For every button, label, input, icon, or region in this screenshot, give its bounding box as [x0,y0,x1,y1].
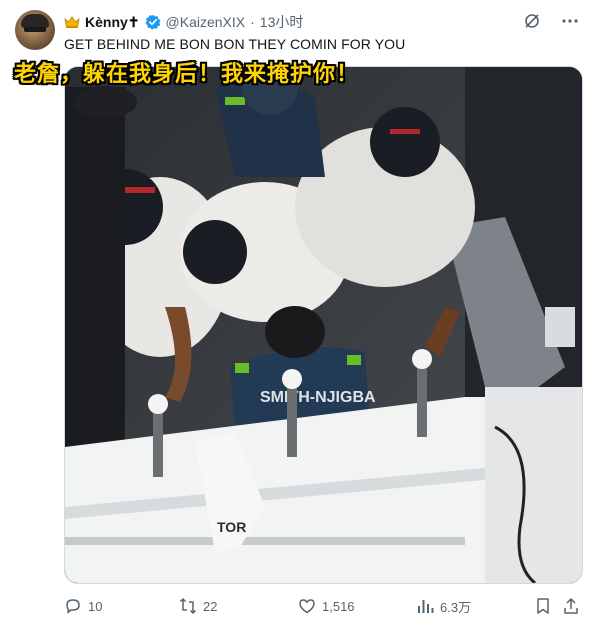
bookmark-icon [537,598,549,614]
reply-icon [66,599,80,614]
retweet-button[interactable]: 22 [179,596,217,616]
crown-icon [64,15,80,29]
retweet-icon [179,598,197,614]
author-avatar[interactable] [15,10,55,50]
retweet-count: 22 [203,598,218,614]
avatar-glasses [24,27,46,32]
jersey-text: SMITH-NJIGBA [260,389,376,406]
like-button[interactable]: 1,516 [298,596,355,616]
views-chart-icon [418,600,434,613]
share-button[interactable] [562,596,580,616]
avatar-hair [21,14,49,28]
tweet-media-video[interactable]: SMITH-NJIGBA TOR [64,66,583,584]
separator-dot: · [250,14,255,30]
reply-count: 10 [88,598,103,614]
share-icon [564,598,578,614]
verified-badge-icon [144,14,161,30]
video-subtitle-overlay: 老詹，躲在我身后！我来掩护你！ [14,61,360,86]
view-count: 6.3万 [440,599,472,615]
bookmark-button[interactable] [534,596,552,616]
author-display-name[interactable]: Kènny✝ [85,14,140,31]
tweet-top-actions [522,11,580,31]
towel-text: TOR [217,519,246,535]
author-handle[interactable]: @KaizenXIX [166,14,246,30]
reply-button[interactable]: 10 [64,596,102,616]
tweet-action-bar: 10 22 1,516 6.3万 [64,596,582,616]
tweet-timestamp[interactable]: 13小时 [260,12,304,32]
like-count: 1,516 [322,598,355,614]
heart-icon [299,599,315,614]
more-options-icon[interactable] [560,11,580,31]
grok-icon[interactable] [522,11,542,31]
tweet-text: GET BEHIND ME BON BON THEY COMIN FOR YOU [64,36,406,52]
video-frame: SMITH-NJIGBA TOR [65,67,582,583]
tweet-header: Kènny✝ @KaizenXIX · 13小时 [64,12,303,32]
views-button[interactable]: 6.3万 [416,596,471,616]
